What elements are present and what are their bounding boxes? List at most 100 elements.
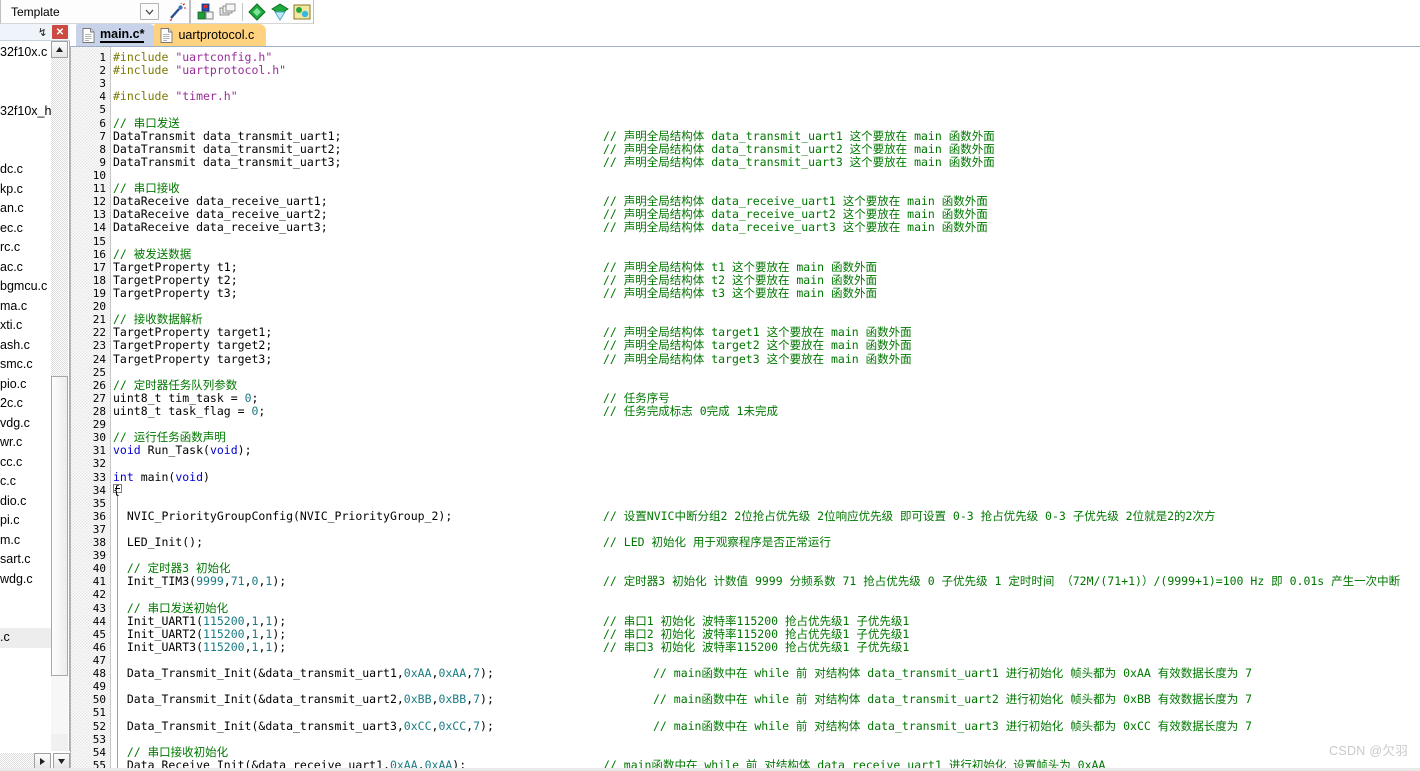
code-line[interactable]: TargetProperty t1; // 声明全局结构体 t1 这个要放在 ma… — [113, 259, 1420, 274]
code-line[interactable]: LED_Init(); // LED 初始化 用于观察程序是否正常运行 — [113, 535, 1420, 550]
scrollbar-thumb[interactable] — [51, 376, 68, 676]
tree-item-file[interactable]: wdg.c — [0, 570, 52, 590]
code-line[interactable]: Init_UART1(115200,1,1);// 串口1 初始化 波特率115… — [113, 614, 1420, 628]
inline-comment: // LED 初始化 用于观察程序是否正常运行 — [603, 535, 831, 550]
tree-item-file[interactable]: pio.c — [0, 375, 52, 395]
code-line[interactable]: TargetProperty target2; // 声明全局结构体 target… — [113, 339, 1420, 352]
batch-build-icon[interactable] — [218, 1, 238, 23]
code-line[interactable]: // 定时器任务队列参数 — [113, 378, 1420, 392]
code-line[interactable] — [113, 733, 1420, 746]
scrollbar-track-lower[interactable] — [51, 676, 68, 734]
code-line[interactable]: // 运行任务函数声明 — [113, 431, 1420, 444]
tree-item-file[interactable]: bgmcu.c — [0, 277, 52, 297]
code-line[interactable] — [113, 457, 1420, 470]
code-token: // 定时器3 初始化 — [113, 561, 231, 576]
chevron-down-icon[interactable] — [140, 3, 159, 20]
code-line[interactable]: Init_UART3(115200,1,1);// 串口3 初始化 波特率115… — [113, 639, 1420, 654]
code-token: ); — [272, 639, 287, 654]
scroll-down-button[interactable] — [53, 752, 70, 770]
tree-item-file[interactable]: cc.c — [0, 453, 52, 473]
tree-item-file[interactable]: 32f10x_hd — [0, 102, 52, 122]
scroll-up-button[interactable] — [51, 41, 68, 58]
tree-item-file[interactable]: wr.c — [0, 433, 52, 453]
tree-item-file[interactable]: sart.c — [0, 550, 52, 570]
hscrollbar-track[interactable] — [0, 752, 34, 770]
code-line[interactable]: #include "uartprotocol.h" — [113, 64, 1420, 77]
code-line[interactable]: Init_TIM3(9999,71,0,1);// 定时器3 初始化 计数值 9… — [113, 575, 1420, 588]
tree-item-file[interactable]: xti.c — [0, 316, 52, 336]
inline-comment: // 任务序号 — [603, 390, 670, 405]
code-line[interactable] — [113, 235, 1420, 248]
inline-comment: // main函数中在 while 前 对结构体 data_transmit_u… — [653, 718, 1253, 733]
code-line[interactable] — [113, 77, 1420, 90]
scrollbar-track-upper[interactable] — [51, 58, 68, 376]
code-token: // 接收数据解析 — [113, 312, 203, 327]
pin-icon[interactable]: ↯ — [35, 25, 50, 40]
editor-tab[interactable]: uartprotocol.c — [154, 24, 267, 46]
source-code-lines[interactable]: #include "uartconfig.h" #include "uartpro… — [113, 47, 1420, 771]
code-line[interactable]: Data_Transmit_Init(&data_transmit_uart3,… — [113, 718, 1420, 733]
code-line[interactable]: Init_UART2(115200,1,1);// 串口2 初始化 波特率115… — [113, 627, 1420, 641]
line-number: 28 — [92, 404, 106, 418]
tree-item-file[interactable]: dc.c — [0, 160, 52, 180]
code-line[interactable]: Data_Transmit_Init(&data_transmit_uart2,… — [113, 693, 1420, 706]
tree-item-file[interactable]: ma.c — [0, 297, 52, 317]
build-target-icon[interactable] — [196, 1, 216, 23]
code-line[interactable]: DataReceive data_receive_uart3; // 声明全局结构… — [113, 221, 1420, 234]
scroll-right-button[interactable] — [34, 752, 51, 770]
code-line[interactable]: #include "uartconfig.h" — [113, 50, 1420, 64]
code-token: TargetProperty target1; — [113, 325, 273, 340]
code-token: void — [113, 443, 141, 458]
inline-comment: // 声明全局结构体 t1 这个要放在 main 函数外面 — [603, 259, 878, 274]
code-line[interactable] — [113, 103, 1420, 116]
tree-item-file[interactable]: an.c — [0, 199, 52, 219]
code-line[interactable]: int main(void) — [113, 470, 1420, 484]
magic-wand-icon[interactable] — [166, 1, 188, 23]
tree-item-file[interactable]: ac.c — [0, 258, 52, 278]
code-line[interactable]: uint8_t task_flag = 0;// 任务完成标志 0完成 1未完成 — [113, 403, 1420, 418]
code-line[interactable]: DataTransmit data_transmit_uart3; // 声明全局… — [113, 155, 1420, 169]
tree-item-file[interactable]: rc.c — [0, 238, 52, 258]
code-line[interactable] — [113, 588, 1420, 601]
code-line[interactable]: void Run_Task(void); — [113, 444, 1420, 457]
code-line[interactable]: Data_Transmit_Init(&data_transmit_uart1,… — [113, 667, 1420, 680]
tree-item-file[interactable]: c.c — [0, 472, 52, 492]
code-line[interactable]: { — [113, 483, 1420, 497]
manage-components-icon[interactable] — [270, 1, 290, 23]
project-vertical-scrollbar[interactable] — [51, 41, 68, 751]
tree-item-file[interactable]: m.c — [0, 531, 52, 551]
inline-comment: // 设置NVIC中断分组2 2位抢占优先级 2位响应优先级 即可设置 0-3 … — [603, 508, 1216, 523]
tree-item-file[interactable]: pi.c — [0, 511, 52, 531]
code-token: uint8_t task_flag = — [113, 403, 252, 418]
code-line[interactable]: // 串口发送初始化 — [113, 601, 1420, 615]
code-line[interactable]: TargetProperty t3; // 声明全局结构体 t3 这个要放在 ma… — [113, 286, 1420, 300]
code-line[interactable] — [113, 169, 1420, 182]
tree-item-file[interactable]: 2c.c — [0, 394, 52, 414]
tree-item-file[interactable]: dio.c — [0, 492, 52, 512]
code-line[interactable] — [113, 300, 1420, 313]
tree-item-file[interactable]: 32f10x.c — [0, 43, 52, 63]
pack-installer-icon[interactable] — [292, 1, 312, 23]
code-line[interactable]: // 被发送数据 — [113, 247, 1420, 261]
options-target-icon[interactable] — [247, 1, 267, 23]
code-line[interactable]: TargetProperty t2;// 声明全局结构体 t2 这个要放在 ma… — [113, 273, 1420, 287]
code-token: ); — [237, 443, 252, 458]
code-line[interactable]: NVIC_PriorityGroupConfig(NVIC_PriorityGr… — [113, 508, 1420, 523]
project-file-tree[interactable]: 32f10x.c 32f10x_hd dc.ckp.can.cec.crc.ca… — [0, 41, 52, 751]
code-line[interactable]: uint8_t tim_task = 0; // 任务序号 — [113, 390, 1420, 405]
code-line[interactable]: TargetProperty target3; // 声明全局结构体 target… — [113, 352, 1420, 366]
tree-item-file[interactable]: vdg.c — [0, 414, 52, 434]
tree-item-file[interactable]: kp.c — [0, 180, 52, 200]
code-line[interactable]: #include "timer.h" — [113, 90, 1420, 103]
close-icon[interactable]: ✕ — [52, 25, 68, 39]
tree-item-file[interactable]: .c — [0, 628, 52, 648]
editor-tab[interactable]: main.c* — [76, 24, 157, 46]
tree-item-file[interactable]: ec.c — [0, 219, 52, 239]
code-line[interactable] — [113, 366, 1420, 379]
tree-item-file[interactable]: smc.c — [0, 355, 52, 375]
code-view[interactable]: 1 2 3 4 5 6 7 8 9 10 11 12 13 14 15 16 17 18 19 20 21 22 23 24 2… — [70, 47, 1420, 771]
code-line[interactable] — [113, 549, 1420, 562]
tree-item-file[interactable]: ash.c — [0, 336, 52, 356]
code-token: 7 — [473, 666, 481, 681]
code-line[interactable] — [113, 418, 1420, 431]
